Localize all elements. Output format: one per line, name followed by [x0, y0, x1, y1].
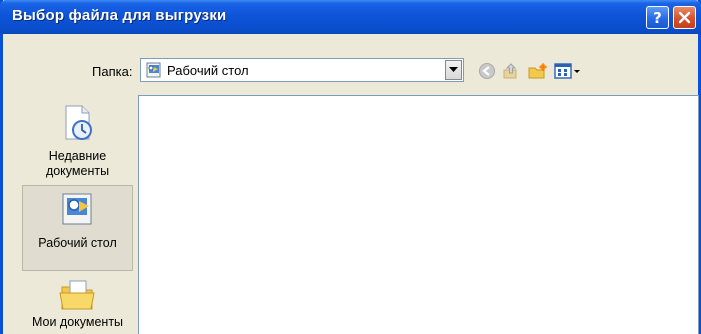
back-button[interactable]	[477, 60, 497, 82]
window-title: Выбор файла для выгрузки	[12, 7, 227, 24]
place-recent-label-line1: Недавние	[48, 149, 107, 163]
place-recent-documents[interactable]: Недавние документы	[22, 103, 133, 183]
file-list-view[interactable]	[138, 95, 699, 334]
look-in-label: Папка:	[92, 64, 133, 79]
place-my-documents[interactable]: Мои документы	[22, 275, 133, 334]
file-dialog-window: Выбор файла для выгрузки ? Папка: Рабочи…	[0, 0, 701, 334]
new-folder-icon	[528, 63, 547, 79]
desktop-icon	[146, 62, 161, 78]
my-documents-icon	[58, 280, 95, 310]
chevron-down-icon	[449, 67, 458, 72]
views-menu-icon	[554, 63, 580, 79]
up-folder-button[interactable]	[501, 60, 521, 82]
up-folder-icon	[503, 63, 517, 79]
views-menu-button[interactable]	[553, 60, 583, 82]
new-folder-button[interactable]	[527, 60, 549, 82]
close-button[interactable]	[673, 6, 696, 29]
desktop-icon	[62, 193, 91, 225]
look-in-value: Рабочий стол	[167, 63, 249, 78]
place-my-documents-label: Мои документы	[31, 315, 124, 329]
place-recent-label-line2: документы	[45, 164, 110, 178]
place-desktop[interactable]: Рабочий стол	[22, 185, 133, 271]
places-bar: Недавние документы Рабочий стол Мои доку…	[22, 95, 133, 334]
title-bar[interactable]: Выбор файла для выгрузки ?	[0, 0, 701, 34]
look-in-dropdown-button[interactable]	[445, 60, 462, 80]
back-arrow-icon	[479, 63, 495, 79]
place-desktop-label: Рабочий стол	[38, 236, 117, 250]
recent-documents-icon	[65, 105, 92, 140]
help-icon: ?	[653, 8, 662, 27]
look-in-combobox[interactable]: Рабочий стол	[140, 58, 464, 82]
help-button[interactable]: ?	[646, 6, 669, 29]
close-icon	[678, 11, 691, 24]
